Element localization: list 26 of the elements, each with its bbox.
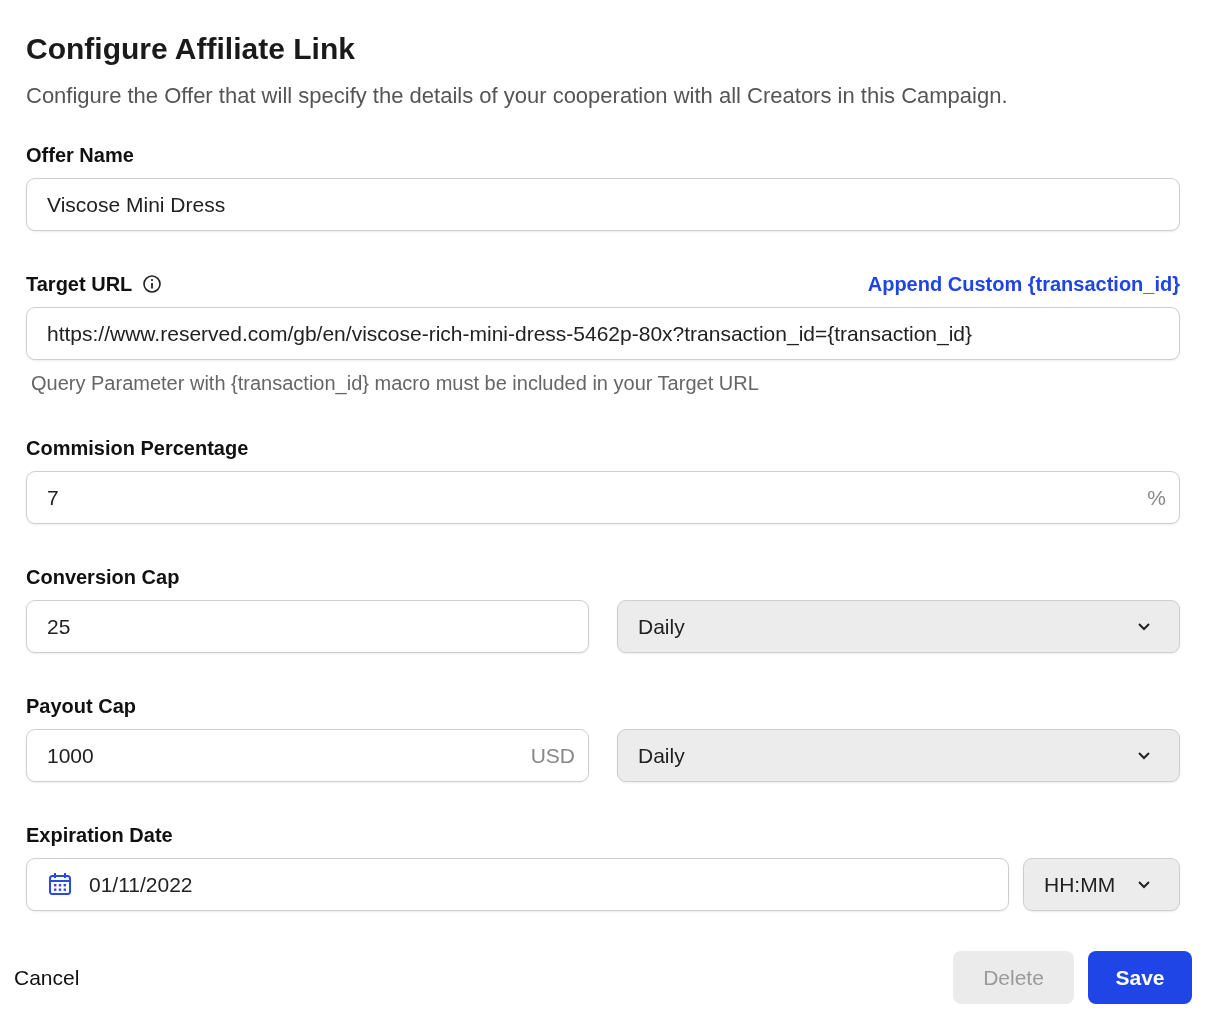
- field-label: Commision Percentage: [26, 436, 249, 460]
- text-input[interactable]: https://www.reserved.com/gb/en/viscose-rich-mini-dress-5462p-80x?transaction_id={transaction_id}: [26, 307, 1180, 360]
- field-label: Target URL: [26, 272, 133, 296]
- append-link[interactable]: Append Custom {transaction_id}: [867, 272, 1180, 296]
- unit-suffix: %: [1147, 485, 1166, 510]
- dialog-subtitle: Configure the Offer that will specify the details of your cooperation with all Creators in this Campaign.: [26, 82, 1009, 110]
- hint-text: Query Parameter with {transaction_id} macro must be included in your Target URL: [31, 372, 760, 395]
- time-dropdown[interactable]: HH:MM: [1023, 858, 1180, 911]
- field-label: Offer Name: [26, 143, 134, 167]
- field-label: Expiration Date: [26, 823, 173, 847]
- text-input[interactable]: 25: [26, 600, 589, 653]
- period-dropdown[interactable]: Daily: [617, 729, 1180, 782]
- period-dropdown[interactable]: Daily: [617, 600, 1180, 653]
- unit-suffix: USD: [530, 743, 575, 768]
- chevron-down-icon: [1137, 750, 1151, 761]
- text-input[interactable]: Viscose Mini Dress: [26, 178, 1180, 231]
- date-input[interactable]: 01/11/2022: [26, 858, 1009, 911]
- calendar-icon: [47, 871, 73, 897]
- field-label: Conversion Cap: [26, 565, 180, 589]
- field-label: Payout Cap: [26, 694, 137, 718]
- save-button[interactable]: Save: [1088, 951, 1192, 1004]
- info-icon[interactable]: [142, 274, 163, 294]
- cancel-button[interactable]: Cancel: [14, 951, 80, 1004]
- chevron-down-icon: [1137, 621, 1151, 632]
- dialog-title: Configure Affiliate Link: [26, 31, 356, 67]
- chevron-down-icon: [1137, 879, 1151, 890]
